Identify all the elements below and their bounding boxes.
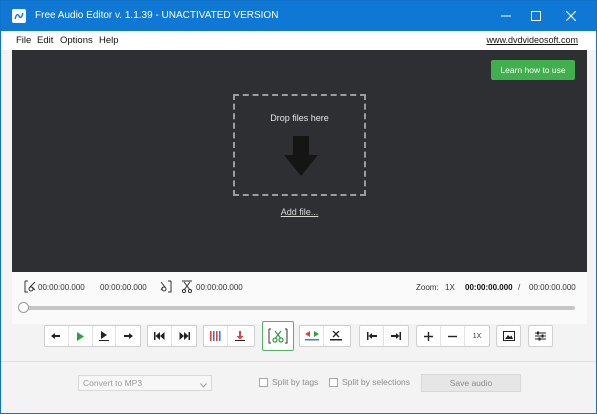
zoom-in-button[interactable]: [417, 326, 441, 346]
cut-icon[interactable]: [181, 280, 193, 295]
app-window: Free Audio Editor v. 1.1.39 - UNACTIVATE…: [0, 0, 597, 414]
split-button[interactable]: [262, 321, 294, 351]
timeline-panel: [12, 272, 587, 324]
down-arrow-icon: [283, 136, 319, 180]
image-group: [496, 325, 521, 347]
play-selection-icon: [98, 331, 109, 341]
equalizer-icon: [210, 331, 221, 341]
split-scissors-icon: [268, 328, 288, 344]
minimize-button[interactable]: [489, 1, 523, 31]
selection-start-icon[interactable]: [24, 280, 37, 295]
play-selection-button[interactable]: [93, 326, 117, 346]
split-by-tags-label: Split by tags: [272, 377, 319, 387]
download-button[interactable]: [228, 326, 252, 346]
close-button[interactable]: [554, 1, 588, 31]
format-select[interactable]: Convert to MP3: [78, 375, 212, 391]
total-time: 00:00:00.000: [529, 283, 576, 292]
position-slider[interactable]: [23, 306, 575, 310]
play-icon: [77, 331, 85, 341]
zoom-out-icon: [448, 335, 457, 337]
skip-start-button[interactable]: [148, 326, 172, 346]
copy-paste-button[interactable]: [300, 326, 324, 346]
chevron-down-icon: [200, 380, 207, 390]
selection-end-time: 00:00:00.000: [100, 283, 147, 292]
forward-button[interactable]: [116, 326, 140, 346]
menu-help[interactable]: Help: [99, 35, 119, 46]
rewind-back-icon: [51, 333, 61, 339]
split-by-selections-label: Split by selections: [342, 377, 411, 387]
delete-button[interactable]: [324, 326, 348, 346]
go-start-button[interactable]: [360, 326, 384, 346]
skip-start-icon: [154, 332, 165, 340]
title-bar: Free Audio Editor v. 1.1.39 - UNACTIVATE…: [1, 1, 596, 31]
settings-group: [528, 325, 553, 347]
split-by-tags-checkbox[interactable]: [259, 377, 268, 387]
download-icon: [235, 331, 245, 341]
zoom-label: Zoom:: [416, 283, 439, 292]
split-by-tags-option[interactable]: Split by tags: [259, 377, 318, 387]
menu-bar: File Edit Options Help www.dvdvideosoft.…: [1, 31, 596, 50]
selection-start-time: 00:00:00.000: [38, 283, 85, 292]
delete-icon: [330, 331, 342, 341]
maximize-button[interactable]: [519, 1, 553, 31]
effects-group: [203, 325, 255, 347]
drop-files-text: Drop files here: [270, 113, 329, 123]
skip-end-icon: [179, 332, 190, 340]
selection-length-time: 00:00:00.000: [196, 283, 243, 292]
go-end-icon: [391, 332, 401, 340]
selection-end-icon[interactable]: [159, 280, 172, 295]
current-time: 00:00:00.000: [465, 283, 513, 292]
split-by-selections-checkbox[interactable]: [329, 377, 338, 387]
app-logo-icon: [12, 9, 26, 23]
format-select-value: Convert to MP3: [83, 378, 143, 388]
zoom-reset-button[interactable]: 1X: [465, 326, 489, 346]
zoom-value: 1X: [445, 283, 455, 292]
add-file-link[interactable]: Add file...: [233, 207, 366, 217]
rewind-back-button[interactable]: [45, 326, 69, 346]
save-audio-button[interactable]: Save audio: [421, 374, 521, 392]
image-button[interactable]: [497, 326, 520, 346]
time-separator: /: [518, 283, 521, 292]
zoom-in-icon: [424, 331, 433, 341]
playback-group: [44, 325, 141, 347]
image-icon: [502, 331, 515, 341]
play-button[interactable]: [69, 326, 93, 346]
settings-sliders-icon: [535, 331, 546, 341]
menu-file[interactable]: File: [16, 35, 31, 46]
equalizer-button[interactable]: [204, 326, 228, 346]
drop-zone[interactable]: Drop files here: [233, 94, 366, 196]
zoom-group: 1X: [416, 325, 490, 347]
go-start-icon: [366, 332, 377, 340]
zoom-reset-icon: 1X: [472, 332, 482, 340]
zoom-out-button[interactable]: [441, 326, 465, 346]
navigate-group: [359, 325, 409, 347]
go-end-button[interactable]: [384, 326, 408, 346]
slider-thumb[interactable]: [18, 302, 29, 313]
split-by-selections-option[interactable]: Split by selections: [329, 377, 410, 387]
window-title: Free Audio Editor v. 1.1.39 - UNACTIVATE…: [35, 10, 279, 21]
settings-button[interactable]: [529, 326, 552, 346]
menu-options[interactable]: Options: [60, 35, 93, 46]
learn-how-to-use-button[interactable]: Learn how to use: [491, 60, 575, 80]
copy-paste-icon: [304, 331, 319, 341]
website-link[interactable]: www.dvdvideosoft.com: [486, 35, 578, 45]
skip-end-button[interactable]: [172, 326, 196, 346]
menu-edit[interactable]: Edit: [37, 35, 53, 46]
skip-group: [147, 325, 197, 347]
forward-icon: [124, 333, 134, 339]
edit-group: [299, 325, 351, 347]
